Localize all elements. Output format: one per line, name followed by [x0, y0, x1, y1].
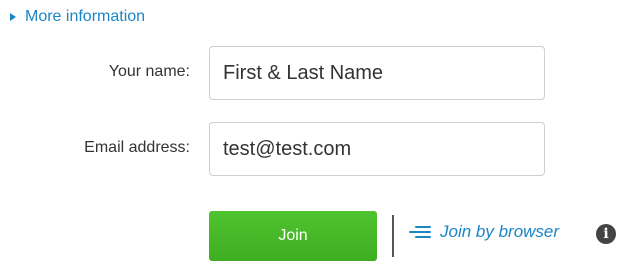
email-label: Email address: [84, 139, 190, 156]
email-input[interactable] [209, 122, 545, 176]
join-by-browser-link[interactable]: Join by browser [409, 222, 559, 242]
info-icon[interactable]: i [596, 224, 616, 244]
name-row: Your name: [0, 46, 628, 100]
caret-right-icon [10, 13, 16, 21]
lines-icon [409, 224, 431, 240]
join-form-panel: More information Your name: Email addres… [0, 0, 628, 262]
join-by-browser-label: Join by browser [440, 222, 560, 241]
more-information-toggle[interactable]: More information [10, 8, 145, 26]
join-button[interactable]: Join [209, 211, 377, 261]
email-row: Email address: [0, 122, 628, 176]
name-label: Your name: [108, 63, 190, 80]
more-information-label: More information [25, 8, 146, 25]
divider [392, 215, 394, 257]
name-input[interactable] [209, 46, 545, 100]
